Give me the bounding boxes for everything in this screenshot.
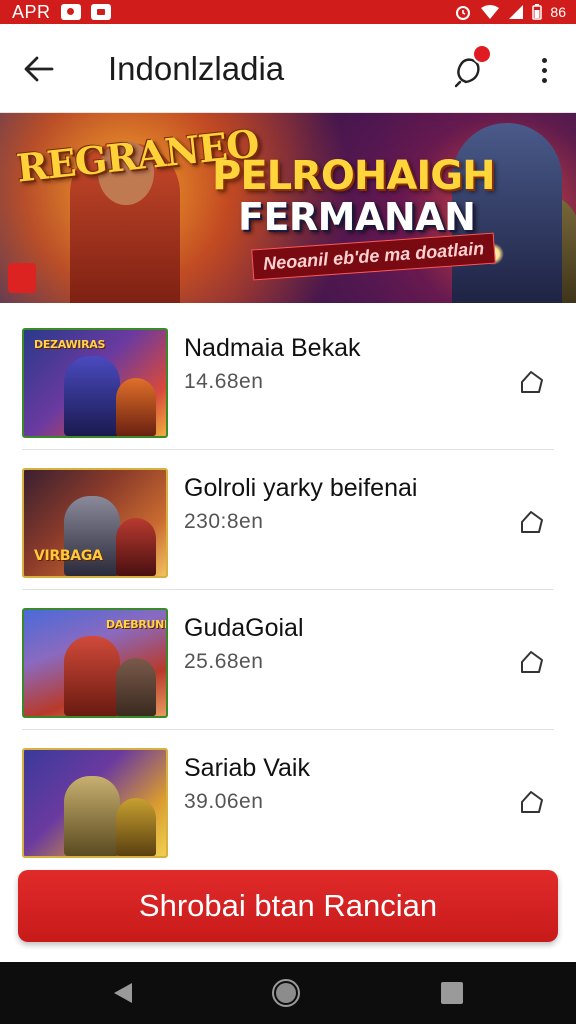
list-item[interactable]: Sariab Vaik 39.06en [0,730,576,870]
share-button[interactable] [514,644,550,680]
thumbnail-figure [116,658,156,716]
primary-action-button[interactable]: Shrobai btan Rancian [18,870,558,942]
alarm-icon [456,6,471,20]
game-size: 14.68en [184,370,264,393]
promo-banner[interactable]: REGRANEO PELROHAIGH FERMANAN Neoanil eb'… [0,113,576,303]
game-title: Nadmaia Bekak [184,334,361,362]
share-button[interactable] [514,784,550,820]
game-size: 230:8en [184,510,264,533]
thumbnail-figure [64,356,120,436]
banner-title-line1: PELROHAIGH [212,153,496,199]
game-thumbnail: VIRBAGA [22,468,168,578]
notifications-button[interactable] [446,44,496,90]
more-dot [541,67,547,73]
thumbnail-label: VIRBAGA [34,548,103,564]
thumbnail-figure [64,776,120,856]
thumbnail-figure [64,636,120,716]
more-dot [541,77,547,83]
game-thumbnail: DAEBRUNI [22,608,168,718]
game-thumbnail [22,748,168,858]
status-left: APR [12,0,111,24]
notification-message-icon [90,4,111,20]
system-nav-bar [0,962,576,1024]
thumbnail-label: DAEBRUNI [106,618,168,631]
game-thumbnail: DEZAWIRAS [22,328,168,438]
list-item[interactable]: VIRBAGA Golroli yarky beifenai 230:8en [0,450,576,590]
status-bar: APR 86 [0,0,576,24]
share-icon [521,371,543,393]
arrow-left-icon [24,56,54,82]
wifi-icon [481,5,500,19]
share-icon [521,791,543,813]
back-button[interactable] [18,48,60,90]
share-icon [521,511,543,533]
game-title: Sariab Vaik [184,754,310,782]
status-time: APR [12,1,51,22]
nav-back-icon[interactable] [110,980,136,1006]
page-title: Indonlzladia [108,50,285,87]
share-button[interactable] [514,364,550,400]
battery-icon [532,4,543,20]
share-button[interactable] [514,504,550,540]
nav-home-icon[interactable] [272,979,300,1007]
game-size: 39.06en [184,790,264,813]
thumbnail-label: DEZAWIRAS [34,338,106,351]
share-icon [521,651,543,673]
nav-recents-icon[interactable] [441,982,463,1004]
banner-title-line2: FERMANAN [238,195,476,239]
notification-app-icon [60,4,81,20]
app-bar: Indonlzladia [0,24,576,113]
game-size: 25.68en [184,650,264,673]
banner-corner-badge [8,263,36,293]
more-options-button[interactable] [526,50,562,90]
game-title: GudaGoial [184,614,304,642]
list-item[interactable]: DEZAWIRAS Nadmaia Bekak 14.68en [0,310,576,450]
thumbnail-figure [116,378,156,436]
notification-badge [472,44,492,64]
status-right: 86 [454,0,566,24]
battery-percent: 86 [550,4,566,20]
thumbnail-figure [116,518,156,576]
more-dot [541,57,547,63]
list-item[interactable]: DAEBRUNI GudaGoial 25.68en [0,590,576,730]
signal-icon [509,5,524,19]
thumbnail-figure [64,496,120,576]
thumbnail-figure [116,798,156,856]
game-title: Golroli yarky beifenai [184,474,418,502]
